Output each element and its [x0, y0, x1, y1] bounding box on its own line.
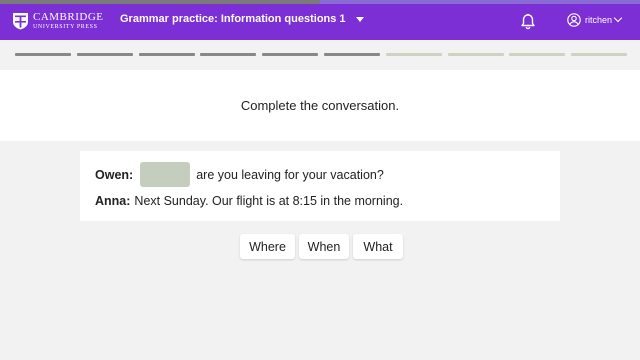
caret-down-icon [355, 16, 364, 22]
speaker-label: Anna: [95, 194, 131, 208]
question-progress-bar [0, 40, 640, 70]
activity-title: Grammar practice: Information questions … [120, 13, 346, 25]
choice-where-button[interactable]: Where [240, 234, 295, 259]
progress-segment [324, 53, 380, 56]
line-text: are you leaving for your vacation? [196, 167, 384, 182]
instruction-text: Complete the conversation. [240, 98, 400, 113]
conversation-line-owen: Owen: are you leaving for your vacation? [95, 162, 384, 187]
chevron-down-icon [613, 13, 623, 23]
app-header: CAMBRIDGE UNIVERSITY PRESS Grammar pract… [0, 4, 640, 40]
instruction-banner: Complete the conversation. [0, 70, 640, 141]
progress-segment [262, 53, 319, 56]
answer-drop-slot[interactable] [140, 162, 191, 187]
speaker-label: Owen: [95, 167, 134, 182]
notifications-button[interactable] [520, 13, 536, 35]
activity-title-dropdown[interactable]: Grammar practice: Information questions … [120, 13, 364, 25]
username: ritchen [585, 15, 613, 25]
progress-segment [571, 53, 628, 56]
progress-segment [15, 53, 71, 56]
progress-segment [385, 53, 442, 56]
progress-segment [200, 53, 257, 56]
choice-what-button[interactable]: What [353, 234, 403, 259]
cambridge-logo: CAMBRIDGE UNIVERSITY PRESS [12, 12, 104, 30]
progress-segment [76, 53, 133, 56]
progress-segment [447, 53, 504, 56]
user-menu[interactable]: ritchen [567, 13, 623, 27]
bell-icon [521, 13, 535, 30]
logo-line1: CAMBRIDGE [33, 11, 104, 23]
line-text: Next Sunday. Our flight is at 8:15 in th… [134, 194, 404, 208]
progress-segment [138, 53, 195, 56]
user-circle-icon [567, 13, 581, 27]
conversation-line-anna: Anna: Next Sunday. Our flight is at 8:15… [95, 192, 403, 210]
choice-when-button[interactable]: When [299, 234, 349, 259]
progress-segment [509, 53, 566, 56]
logo-line2: UNIVERSITY PRESS [33, 24, 98, 30]
crest-icon [13, 13, 28, 30]
conversation-card: Owen: are you leaving for your vacation?… [80, 151, 560, 221]
